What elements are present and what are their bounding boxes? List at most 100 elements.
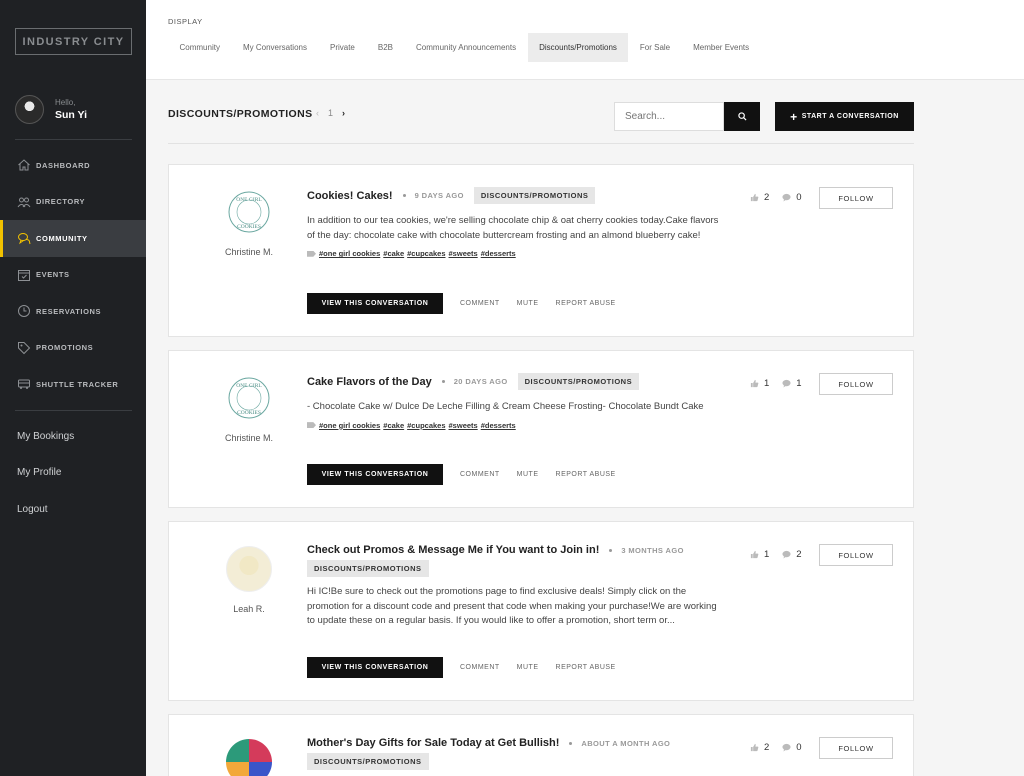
mute-button[interactable]: MUTE bbox=[517, 471, 539, 478]
report-abuse-button[interactable]: REPORT ABUSE bbox=[556, 300, 616, 307]
sidebar-item-label: DASHBOARD bbox=[36, 160, 91, 170]
industry-city-logo[interactable]: INDUSTRY CITY bbox=[15, 28, 132, 55]
report-abuse-button[interactable]: REPORT ABUSE bbox=[556, 664, 616, 671]
post-title[interactable]: Mother's Day Gifts for Sale Today at Get… bbox=[307, 737, 559, 749]
post-stats: 2 0 bbox=[750, 742, 815, 753]
like-count[interactable]: 1 bbox=[750, 378, 769, 389]
sidebar-item-events[interactable]: EVENTS bbox=[0, 257, 146, 294]
comment-button[interactable]: COMMENT bbox=[460, 664, 500, 671]
tab-discounts-promotions[interactable]: Discounts/Promotions bbox=[527, 33, 629, 62]
comment-button[interactable]: COMMENT bbox=[460, 471, 500, 478]
start-conversation-button[interactable]: + START A CONVERSATION bbox=[775, 102, 914, 131]
tag-link[interactable]: #sweets bbox=[449, 421, 478, 430]
tag-link[interactable]: #one girl cookies bbox=[319, 249, 380, 258]
tag-link[interactable]: #cake bbox=[383, 249, 404, 258]
post-title[interactable]: Check out Promos & Message Me if You wan… bbox=[307, 544, 599, 556]
plus-icon: + bbox=[790, 109, 798, 124]
sidebar-item-community[interactable]: COMMUNITY bbox=[0, 220, 146, 257]
comment-count[interactable]: 0 bbox=[782, 192, 802, 203]
logo-text-top: ONE GIRL bbox=[236, 197, 262, 203]
comment-count[interactable]: 2 bbox=[782, 549, 802, 560]
like-count[interactable]: 1 bbox=[750, 549, 769, 560]
separator-dot bbox=[441, 380, 445, 383]
sidebar-item-shuttle-tracker[interactable]: SHUTTLE TRACKER bbox=[0, 366, 146, 403]
avatar[interactable] bbox=[15, 95, 44, 124]
prev-page-button[interactable]: ‹ bbox=[316, 108, 319, 118]
tab-community-announcements[interactable]: Community Announcements bbox=[405, 33, 528, 62]
search-icon bbox=[737, 112, 747, 121]
sidebar-item-dashboard[interactable]: DASHBOARD bbox=[0, 147, 146, 184]
follow-button[interactable]: FOLLOW bbox=[819, 544, 893, 566]
search-input[interactable] bbox=[614, 102, 724, 131]
category-badge[interactable]: DISCOUNTS/PROMOTIONS bbox=[517, 373, 640, 390]
category-badge[interactable]: DISCOUNTS/PROMOTIONS bbox=[307, 753, 429, 770]
page-number[interactable]: 1 bbox=[328, 108, 333, 118]
category-badge[interactable]: DISCOUNTS/PROMOTIONS bbox=[307, 560, 429, 577]
view-conversation-button[interactable]: VIEW THIS CONVERSATION bbox=[307, 657, 443, 678]
mute-button[interactable]: MUTE bbox=[517, 664, 539, 671]
tag-icon bbox=[307, 250, 316, 257]
tag-link[interactable]: #cupcakes bbox=[407, 421, 445, 430]
post-author: ONE GIRL COOKIES Christine M. bbox=[169, 375, 329, 443]
tab-member-events[interactable]: Member Events bbox=[682, 33, 761, 62]
sidebar-item-label: PROMOTIONS bbox=[36, 343, 94, 353]
comment-button[interactable]: COMMENT bbox=[460, 300, 500, 307]
calendar-icon bbox=[17, 268, 31, 282]
view-conversation-button[interactable]: VIEW THIS CONVERSATION bbox=[307, 293, 443, 314]
tag-link[interactable]: #cake bbox=[383, 421, 404, 430]
follow-button[interactable]: FOLLOW bbox=[819, 737, 893, 759]
post-author: ONE GIRL COOKIES Christine M. bbox=[169, 189, 329, 257]
tab-my-conversations[interactable]: My Conversations bbox=[231, 33, 318, 62]
author-avatar[interactable]: ONE GIRL COOKIES bbox=[226, 189, 272, 235]
post-author: Leah R. bbox=[169, 546, 329, 614]
comment-count[interactable]: 1 bbox=[782, 378, 802, 389]
people-icon bbox=[17, 195, 31, 209]
search-button[interactable] bbox=[724, 102, 760, 131]
category-badge[interactable]: DISCOUNTS/PROMOTIONS bbox=[473, 187, 596, 204]
post-tags: #one girl cookies #cake #cupcakes #sweet… bbox=[307, 421, 719, 430]
follow-button[interactable]: FOLLOW bbox=[819, 373, 893, 395]
author-name[interactable]: Leah R. bbox=[169, 604, 329, 614]
my-bookings-link[interactable]: My Bookings bbox=[17, 431, 74, 442]
comment-icon bbox=[782, 193, 791, 202]
sidebar-item-directory[interactable]: DIRECTORY bbox=[0, 184, 146, 221]
like-count-value: 1 bbox=[764, 549, 770, 560]
display-label: DISPLAY bbox=[168, 17, 203, 26]
like-count[interactable]: 2 bbox=[750, 192, 769, 203]
post-actions: VIEW THIS CONVERSATION COMMENT MUTE REPO… bbox=[307, 657, 616, 678]
user-block[interactable]: Hello, Sun Yi bbox=[15, 95, 87, 124]
like-count[interactable]: 2 bbox=[750, 742, 769, 753]
sidebar-nav: DASHBOARD DIRECTORY COMMUNITY EVENTS RES… bbox=[0, 147, 146, 403]
author-avatar[interactable]: ONE GIRL COOKIES bbox=[226, 375, 272, 421]
tag-link[interactable]: #desserts bbox=[481, 421, 516, 430]
next-page-button[interactable]: › bbox=[342, 108, 345, 118]
like-count-value: 2 bbox=[764, 192, 770, 203]
post-title[interactable]: Cookies! Cakes! bbox=[307, 190, 393, 202]
sidebar-item-promotions[interactable]: PROMOTIONS bbox=[0, 330, 146, 367]
mute-button[interactable]: MUTE bbox=[517, 300, 539, 307]
my-profile-link[interactable]: My Profile bbox=[17, 467, 61, 478]
tag-link[interactable]: #one girl cookies bbox=[319, 421, 380, 430]
logout-link[interactable]: Logout bbox=[17, 504, 48, 515]
sidebar-item-reservations[interactable]: RESERVATIONS bbox=[0, 293, 146, 330]
tag-link[interactable]: #desserts bbox=[481, 249, 516, 258]
tab-private[interactable]: Private bbox=[318, 33, 366, 62]
sidebar-item-label: DIRECTORY bbox=[36, 197, 86, 207]
tab-b2b[interactable]: B2B bbox=[366, 33, 404, 62]
follow-button[interactable]: FOLLOW bbox=[819, 187, 893, 209]
tag-link[interactable]: #sweets bbox=[449, 249, 478, 258]
comment-count[interactable]: 0 bbox=[782, 742, 802, 753]
view-conversation-button[interactable]: VIEW THIS CONVERSATION bbox=[307, 464, 443, 485]
tab-for-sale[interactable]: For Sale bbox=[628, 33, 681, 62]
author-avatar[interactable] bbox=[226, 546, 272, 592]
tab-community[interactable]: Community bbox=[168, 33, 231, 62]
author-avatar[interactable] bbox=[226, 739, 272, 776]
report-abuse-button[interactable]: REPORT ABUSE bbox=[556, 471, 616, 478]
post-actions: VIEW THIS CONVERSATION COMMENT MUTE REPO… bbox=[307, 464, 616, 485]
post-title[interactable]: Cake Flavors of the Day bbox=[307, 376, 432, 388]
author-name[interactable]: Christine M. bbox=[169, 433, 329, 443]
comment-count-value: 1 bbox=[796, 378, 802, 389]
start-conversation-label: START A CONVERSATION bbox=[801, 113, 899, 120]
tag-link[interactable]: #cupcakes bbox=[407, 249, 445, 258]
author-name[interactable]: Christine M. bbox=[169, 247, 329, 257]
